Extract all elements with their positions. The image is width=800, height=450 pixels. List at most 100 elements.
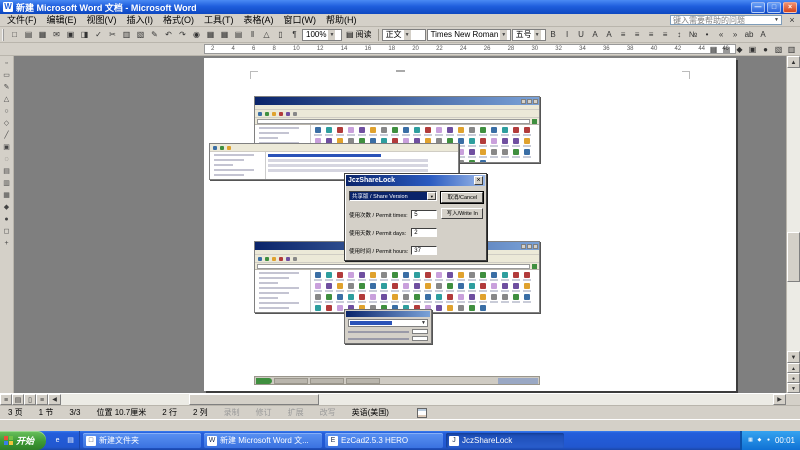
align-right-button[interactable]: ≡	[645, 28, 658, 41]
select-browse-object-button[interactable]: ●	[787, 373, 800, 383]
web-layout-view-button[interactable]: ▤	[12, 394, 24, 405]
horizontal-ruler[interactable]: 2468101214161820222426283032343638404244…	[204, 44, 736, 54]
permit-times-input[interactable]: 5	[411, 210, 437, 219]
line-spacing-button[interactable]: ↕	[673, 28, 686, 41]
document-page[interactable]: ▼ J	[204, 58, 736, 391]
drawing-toolbar-button[interactable]: ◇	[1, 118, 13, 129]
highlight-button[interactable]: ab	[743, 28, 756, 41]
chevron-down-icon[interactable]: ▼	[404, 30, 411, 40]
email-button[interactable]: ✉	[50, 28, 63, 41]
scroll-up-icon[interactable]: ▲	[787, 56, 800, 68]
chevron-down-icon[interactable]: ▼	[427, 192, 436, 200]
docked-toolbar-button[interactable]: ▧	[772, 43, 785, 56]
align-left-button[interactable]: ≡	[617, 28, 630, 41]
status-overtype-indicator[interactable]: 改写	[320, 407, 336, 418]
status-revise-indicator[interactable]: 修订	[256, 407, 272, 418]
internet-explorer-icon[interactable]: e	[52, 435, 63, 446]
drawing-toolbar-button[interactable]: ◻	[1, 226, 13, 237]
horizontal-scroll-track[interactable]	[61, 394, 773, 405]
menu-help[interactable]: 帮助(H)	[321, 14, 362, 26]
cut-button[interactable]: ✂	[106, 28, 119, 41]
cancel-button[interactable]: 取消/Cancel	[441, 192, 483, 203]
center-button[interactable]: ≡	[631, 28, 644, 41]
insert-excel-button[interactable]: ▤	[232, 28, 245, 41]
numbering-button[interactable]: №	[687, 28, 700, 41]
scroll-down-icon[interactable]: ▼	[787, 351, 800, 363]
new-blank-document-button[interactable]: □	[8, 28, 21, 41]
show-desktop-icon[interactable]: ▤	[65, 435, 76, 446]
docked-toolbar-button[interactable]: ▦	[707, 43, 720, 56]
vertical-scrollbar[interactable]: ▲ ▼ ▲ ● ▼	[786, 56, 800, 393]
close-icon[interactable]: ×	[474, 176, 483, 185]
horizontal-scroll-thumb[interactable]	[189, 394, 319, 405]
menu-file[interactable]: 文件(F)	[2, 14, 42, 26]
drawing-toolbar-button[interactable]: ▥	[1, 178, 13, 189]
drawing-toolbar-button[interactable]: ▭	[1, 70, 13, 81]
format-painter-button[interactable]: ✎	[148, 28, 161, 41]
outline-view-button[interactable]: ≡	[36, 394, 48, 405]
drawing-toolbar-button[interactable]: ▦	[1, 190, 13, 201]
taskbar-item-new-folder[interactable]: □ 新建文件夹	[83, 433, 201, 448]
permit-hours-input[interactable]: 37	[411, 246, 437, 255]
drawing-toolbar-button[interactable]: ◌	[1, 154, 13, 165]
paste-button[interactable]: ▧	[134, 28, 147, 41]
read-mode-button[interactable]: ▤ 阅读	[343, 28, 375, 41]
spelling-grammar-button[interactable]: ✓	[92, 28, 105, 41]
maximize-button[interactable]: □	[767, 2, 781, 13]
menu-edit[interactable]: 编辑(E)	[42, 14, 82, 26]
print-button[interactable]: ▣	[64, 28, 77, 41]
next-page-button[interactable]: ▼	[787, 383, 800, 393]
taskbar-item-word-document[interactable]: W 新建 Microsoft Word 文...	[204, 433, 322, 448]
document-map-button[interactable]: ▯	[274, 28, 287, 41]
drawing-toolbar-button[interactable]: +	[1, 238, 13, 249]
tray-volume-icon[interactable]: ◆	[756, 437, 763, 444]
help-question-input[interactable]: 键入需要帮助的问题 ▼	[670, 15, 782, 25]
minimize-button[interactable]: —	[751, 2, 765, 13]
drawing-toolbar-button[interactable]: ●	[1, 214, 13, 225]
char-border-button[interactable]: A	[589, 28, 602, 41]
scroll-right-icon[interactable]: ▶	[773, 394, 786, 405]
decrease-indent-button[interactable]: «	[715, 28, 728, 41]
justify-button[interactable]: ≡	[659, 28, 672, 41]
previous-page-button[interactable]: ▲	[787, 363, 800, 373]
normal-view-button[interactable]: ≡	[0, 394, 12, 405]
insert-table-button[interactable]: ▦	[218, 28, 231, 41]
bullets-button[interactable]: •	[701, 28, 714, 41]
close-button[interactable]: ×	[783, 2, 797, 13]
status-extend-indicator[interactable]: 扩展	[288, 407, 304, 418]
drawing-toolbar-button[interactable]: ╱	[1, 130, 13, 141]
print-preview-button[interactable]: ◨	[78, 28, 91, 41]
undo-button[interactable]: ↶	[162, 28, 175, 41]
menu-tools[interactable]: 工具(T)	[199, 14, 239, 26]
show-hide-marks-button[interactable]: ¶	[288, 28, 301, 41]
italic-button[interactable]: I	[561, 28, 574, 41]
increase-indent-button[interactable]: »	[729, 28, 742, 41]
dialog-title-bar[interactable]: JczShareLock ×	[346, 175, 485, 186]
style-select[interactable]: 正文 ▼	[382, 29, 426, 41]
drawing-toolbar-button[interactable]: ✎	[1, 82, 13, 93]
toolbar-grip[interactable]	[2, 29, 5, 41]
write-in-button[interactable]: 写入/Write In	[441, 208, 483, 219]
bold-button[interactable]: B	[547, 28, 560, 41]
open-button[interactable]: ▤	[22, 28, 35, 41]
font-size-select[interactable]: 五号 ▼	[512, 29, 546, 41]
drawing-toolbar-button[interactable]: ▣	[1, 142, 13, 153]
start-button[interactable]: 开始	[0, 431, 46, 450]
document-canvas[interactable]: ▼ J	[14, 56, 786, 393]
drawing-toolbar-button[interactable]: ▫	[1, 58, 13, 69]
share-version-select[interactable]: 共享版 / Share Version ▼	[349, 191, 437, 201]
menu-format[interactable]: 格式(O)	[158, 14, 199, 26]
menu-table[interactable]: 表格(A)	[239, 14, 279, 26]
close-document-button[interactable]: ×	[786, 15, 798, 26]
docked-toolbar-button[interactable]: ●	[759, 43, 772, 56]
scroll-left-icon[interactable]: ◀	[48, 394, 61, 405]
docked-toolbar-button[interactable]: ▥	[785, 43, 798, 56]
docked-toolbar-button[interactable]: ◆	[733, 43, 746, 56]
menu-window[interactable]: 窗口(W)	[279, 14, 322, 26]
drawing-toolbar-button[interactable]: ▤	[1, 166, 13, 177]
docked-toolbar-button[interactable]: ▣	[746, 43, 759, 56]
drawing-toolbar-button[interactable]: △	[1, 94, 13, 105]
spelling-grammar-status-icon[interactable]	[417, 408, 427, 418]
chevron-down-icon[interactable]: ▼	[774, 17, 779, 23]
chevron-down-icon[interactable]: ▼	[534, 30, 541, 40]
